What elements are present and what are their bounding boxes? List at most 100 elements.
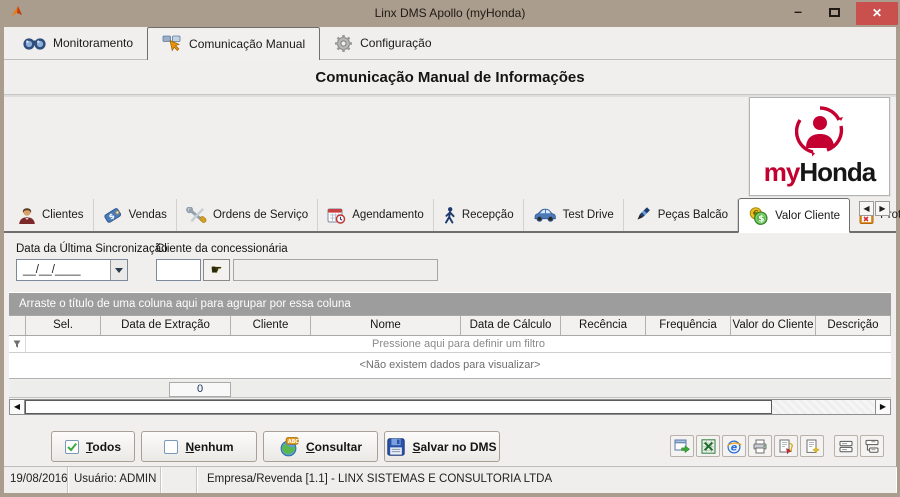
tab-label: Clientes — [42, 209, 84, 221]
tab-label: Valor Cliente — [775, 209, 841, 222]
tab-pecas-balcao[interactable]: Peças Balcão — [624, 199, 739, 231]
column-header-data-extracao[interactable]: Data de Extração — [101, 316, 231, 335]
app-window: Linx DMS Apollo (myHonda) – ✕ Monitorame… — [0, 0, 900, 497]
svg-text:$: $ — [758, 214, 764, 224]
tab-agendamento[interactable]: Agendamento — [318, 199, 434, 231]
status-empty-section — [161, 467, 197, 493]
tab-label: Vendas — [128, 209, 167, 221]
todos-button[interactable]: Todos — [51, 431, 135, 462]
tab-label: Monitoramento — [53, 36, 134, 50]
export-grid-icon — [674, 439, 690, 453]
sync-date-combo[interactable]: __/__/____ — [16, 259, 128, 281]
tab-scroller: ◀ ▶ — [859, 201, 890, 216]
tab-ordens-de-servico[interactable]: Ordens de Serviço — [177, 199, 319, 231]
rows-icon — [839, 440, 853, 452]
export-excel-button[interactable] — [696, 435, 720, 457]
status-company: Empresa/Revenda [1.1] - LINX SISTEMAS E … — [197, 467, 896, 493]
button-label: Consultar — [305, 439, 362, 454]
collapse-rows-button[interactable] — [834, 435, 858, 457]
pointing-hand-icon: ☛ — [210, 262, 223, 277]
pen-tool-icon — [633, 206, 652, 224]
title-bar: Linx DMS Apollo (myHonda) – ✕ — [0, 0, 900, 27]
salvar-no-dms-button[interactable]: Salvar no DMS — [384, 431, 500, 462]
tab-comunicacao-manual[interactable]: Comunicação Manual — [147, 27, 321, 60]
button-label: Nenhum — [185, 439, 234, 454]
nenhum-button[interactable]: Nenhum — [141, 431, 257, 462]
open-browser-button[interactable]: e — [722, 435, 746, 457]
minimize-button[interactable]: – — [784, 2, 812, 24]
client-area: Monitoramento Comunicação Manual Configu… — [4, 27, 900, 493]
grid-filter-row[interactable]: Pressione aqui para definir um filtro — [9, 336, 891, 353]
tab-clientes[interactable]: Clientes — [9, 199, 94, 231]
price-tag-icon: $ — [103, 206, 123, 224]
rows-pointer-icon — [865, 439, 879, 453]
row-indicator-cell — [9, 336, 26, 352]
tab-recepcao[interactable]: Recepção — [434, 199, 524, 231]
filter-funnel-icon — [13, 340, 21, 348]
client-code-input[interactable] — [156, 259, 201, 281]
tab-scroll-left-icon[interactable]: ◀ — [859, 201, 874, 216]
tab-label: Test Drive — [562, 209, 614, 221]
status-user: Usuário: ADMIN — [68, 467, 161, 493]
tab-label: Agendamento — [352, 209, 424, 221]
tab-scroll-right-icon[interactable]: ▶ — [875, 201, 890, 216]
tab-configuracao[interactable]: Configuração — [320, 27, 445, 59]
horizontal-scrollbar[interactable]: ◀ ▶ — [9, 399, 891, 415]
column-header-frequencia[interactable]: Frequência — [646, 316, 731, 335]
filter-panel: Data da Última Sincronização Cliente da … — [4, 235, 896, 292]
maximize-button[interactable] — [820, 2, 848, 24]
tab-vendas[interactable]: $ Vendas — [94, 199, 177, 231]
column-header-valor-cliente[interactable]: Valor do Cliente — [731, 316, 816, 335]
column-header-descricao[interactable]: Descrição — [816, 316, 891, 335]
filter-hint[interactable]: Pressione aqui para definir um filtro — [26, 336, 891, 352]
sync-date-label: Data da Última Sincronização — [16, 243, 168, 255]
print-export-button[interactable] — [774, 435, 798, 457]
column-header-cliente[interactable]: Cliente — [231, 316, 311, 335]
print-button[interactable] — [748, 435, 772, 457]
column-header-data-calculo[interactable]: Data de Cálculo — [461, 316, 561, 335]
grid-header-row: Sel. Data de Extração Cliente Nome Data … — [9, 315, 891, 336]
excel-icon — [701, 438, 715, 454]
sync-date-value: __/__/____ — [23, 264, 81, 276]
binoculars-icon — [23, 36, 46, 51]
myhonda-person-icon — [794, 106, 843, 157]
row-indicator-header — [9, 316, 26, 335]
combo-dropdown-button[interactable] — [110, 260, 127, 280]
module-tab-strip: Clientes $ Vendas Ordens de Serviço Agen… — [4, 198, 900, 233]
column-header-sel[interactable]: Sel. — [26, 316, 101, 335]
tools-icon — [186, 206, 207, 224]
report-sparkle-icon — [806, 439, 820, 454]
consultar-button[interactable]: ABC Consultar — [263, 431, 378, 462]
gear-icon — [334, 34, 353, 53]
tab-test-drive[interactable]: Test Drive — [524, 199, 624, 231]
tab-label: Peças Balcão — [657, 209, 729, 221]
column-header-recencia[interactable]: Recência — [561, 316, 646, 335]
print-icon — [753, 439, 767, 453]
group-by-bar[interactable]: Arraste o título de uma coluna aqui para… — [9, 292, 891, 315]
tab-valor-cliente[interactable]: € $ Valor Cliente — [738, 198, 851, 233]
tab-label: Recepção — [461, 209, 514, 221]
tab-monitoramento[interactable]: Monitoramento — [9, 27, 147, 59]
button-label: Salvar no DMS — [412, 439, 497, 454]
close-button[interactable]: ✕ — [856, 2, 898, 25]
expand-rows-button[interactable] — [860, 435, 884, 457]
report-preview-button[interactable] — [800, 435, 824, 457]
status-date: 19/08/2016 — [4, 467, 68, 493]
walking-person-icon — [443, 206, 456, 224]
logo-my: my — [763, 157, 801, 187]
scroll-right-icon[interactable]: ▶ — [875, 400, 890, 414]
scrollbar-thumb[interactable] — [25, 400, 772, 414]
browser-icon: e — [727, 439, 742, 454]
column-header-nome[interactable]: Nome — [311, 316, 461, 335]
globe-abc-icon: ABC — [279, 436, 299, 457]
record-count: 0 — [169, 382, 231, 397]
page-title: Comunicação Manual de Informações — [315, 69, 585, 86]
myhonda-logo: myHonda — [749, 97, 890, 196]
floppy-disk-icon — [387, 437, 406, 456]
coins-icon: € $ — [748, 206, 769, 225]
export-grid-button[interactable] — [670, 435, 694, 457]
scroll-left-icon[interactable]: ◀ — [10, 400, 25, 414]
hand-pointer-icon — [162, 35, 182, 53]
client-name-field — [233, 259, 438, 281]
client-lookup-button[interactable]: ☛ — [203, 259, 230, 281]
